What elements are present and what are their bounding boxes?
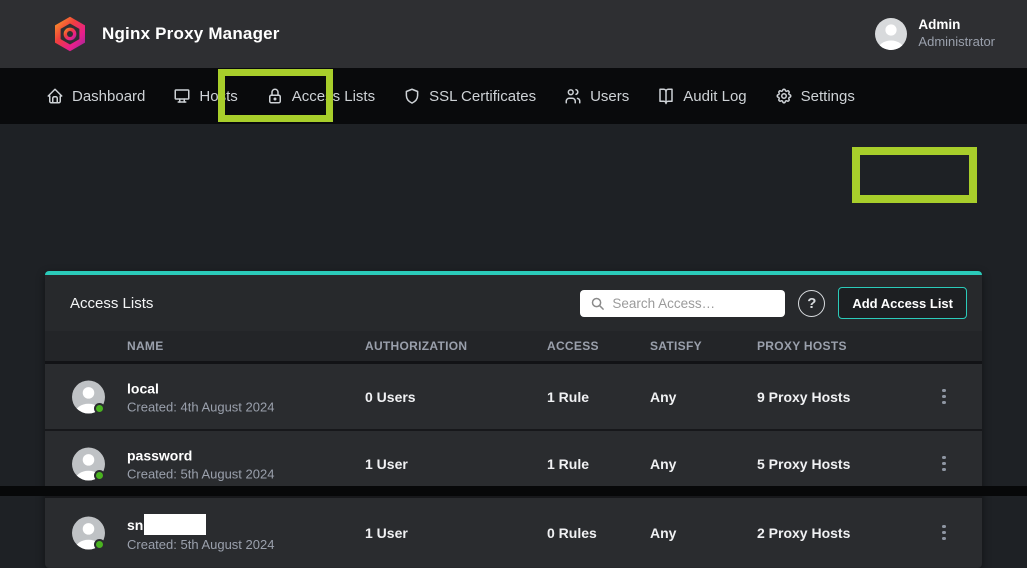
question-mark-icon: ? bbox=[807, 295, 816, 312]
nav-item-hosts[interactable]: Hosts bbox=[173, 87, 237, 105]
app-header: Nginx Proxy Manager Admin Administrator bbox=[0, 0, 1027, 68]
nav-item-access-lists[interactable]: Access Lists bbox=[266, 87, 375, 105]
book-icon bbox=[657, 87, 675, 105]
gear-icon bbox=[775, 87, 793, 105]
nav-item-settings[interactable]: Settings bbox=[775, 87, 855, 105]
nav-label: Settings bbox=[801, 88, 855, 105]
access-list-name: local bbox=[127, 379, 274, 397]
bottom-strip bbox=[0, 486, 1027, 496]
status-online-dot bbox=[94, 539, 105, 550]
column-header-authorization: AUTHORIZATION bbox=[365, 339, 547, 353]
column-header-proxy-hosts: PROXY HOSTS bbox=[757, 339, 926, 353]
table-header-row: NAME AUTHORIZATION ACCESS SATISFY PROXY … bbox=[45, 331, 982, 364]
status-online-dot bbox=[94, 470, 105, 481]
satisfy-value: Any bbox=[650, 456, 757, 472]
row-menu-button[interactable] bbox=[932, 382, 956, 412]
users-icon bbox=[564, 87, 582, 105]
nav-item-audit-log[interactable]: Audit Log bbox=[657, 87, 746, 105]
page-title: Access Lists bbox=[70, 295, 153, 312]
created-date: Created: 4th August 2024 bbox=[127, 399, 274, 414]
nav-label: Dashboard bbox=[72, 88, 145, 105]
table-row: local Created: 4th August 2024 0 Users 1… bbox=[45, 364, 982, 431]
access-value: 1 Rule bbox=[547, 456, 650, 472]
nav-label: Users bbox=[590, 88, 629, 105]
add-access-list-button[interactable]: Add Access List bbox=[838, 287, 967, 319]
content-area: Access Lists ? Add Access List NAME AUTH… bbox=[0, 124, 1027, 486]
authorization-value: 0 Users bbox=[365, 389, 547, 405]
row-menu-button[interactable] bbox=[932, 449, 956, 479]
redaction-box bbox=[144, 514, 206, 535]
nav-label: Hosts bbox=[199, 88, 237, 105]
authorization-value: 1 User bbox=[365, 456, 547, 472]
user-role: Administrator bbox=[918, 34, 995, 50]
user-avatar bbox=[875, 18, 907, 50]
nav-item-ssl-certificates[interactable]: SSL Certificates bbox=[403, 87, 536, 105]
satisfy-value: Any bbox=[650, 389, 757, 405]
column-header-satisfy: SATISFY bbox=[650, 339, 757, 353]
row-menu-button[interactable] bbox=[932, 518, 956, 548]
access-value: 1 Rule bbox=[547, 389, 650, 405]
access-value: 0 Rules bbox=[547, 525, 650, 541]
search-input[interactable] bbox=[580, 290, 785, 317]
column-header-name: NAME bbox=[45, 339, 365, 353]
column-header-access: ACCESS bbox=[547, 339, 650, 353]
nav-label: Audit Log bbox=[683, 88, 746, 105]
access-lists-card: Access Lists ? Add Access List NAME AUTH… bbox=[45, 271, 982, 568]
proxy-hosts-value: 9 Proxy Hosts bbox=[757, 389, 926, 405]
help-button[interactable]: ? bbox=[798, 290, 825, 317]
status-online-dot bbox=[94, 403, 105, 414]
created-date: Created: 5th August 2024 bbox=[127, 466, 274, 481]
nav-item-dashboard[interactable]: Dashboard bbox=[46, 87, 145, 105]
nav-label: SSL Certificates bbox=[429, 88, 536, 105]
main-nav: Dashboard Hosts Access Lists SSL Certifi… bbox=[0, 68, 1027, 124]
search-icon bbox=[590, 296, 605, 311]
search-box bbox=[580, 290, 785, 317]
nav-label: Access Lists bbox=[292, 88, 375, 105]
authorization-value: 1 User bbox=[365, 525, 547, 541]
satisfy-value: Any bbox=[650, 525, 757, 541]
app-logo-icon bbox=[52, 15, 88, 53]
monitor-icon bbox=[173, 87, 191, 105]
created-date: Created: 5th August 2024 bbox=[127, 537, 274, 552]
lock-icon bbox=[266, 87, 284, 105]
user-menu[interactable]: Admin Administrator bbox=[875, 17, 995, 50]
user-name: Admin bbox=[918, 17, 995, 34]
shield-icon bbox=[403, 87, 421, 105]
home-icon bbox=[46, 87, 64, 105]
app-title: Nginx Proxy Manager bbox=[102, 24, 280, 44]
proxy-hosts-value: 2 Proxy Hosts bbox=[757, 525, 926, 541]
nav-item-users[interactable]: Users bbox=[564, 87, 629, 105]
table-row: sn Created: 5th August 2024 1 User 0 Rul… bbox=[45, 498, 982, 567]
card-header: Access Lists ? Add Access List bbox=[45, 275, 982, 331]
proxy-hosts-value: 5 Proxy Hosts bbox=[757, 456, 926, 472]
access-list-name: password bbox=[127, 446, 274, 464]
access-list-name: sn bbox=[127, 514, 274, 535]
